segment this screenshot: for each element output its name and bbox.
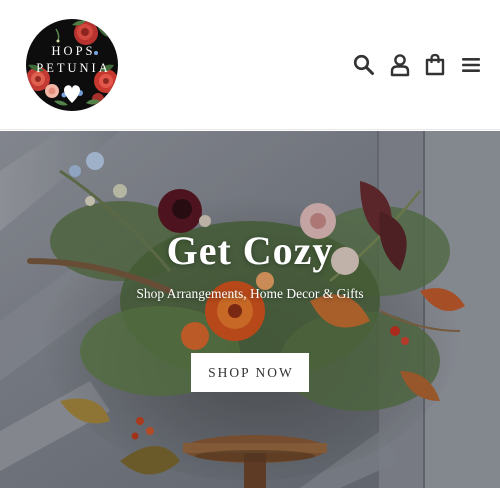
search-button[interactable] xyxy=(351,52,377,78)
cart-icon xyxy=(425,53,445,76)
search-icon xyxy=(353,54,374,75)
store-logo[interactable]: HOPS PETUNIA xyxy=(26,19,118,111)
hero-subtitle: Shop Arrangements, Home Decor & Gifts xyxy=(136,286,364,301)
hero-title: Get Cozy xyxy=(166,228,334,273)
menu-button[interactable] xyxy=(458,52,484,78)
cart-button[interactable] xyxy=(422,52,448,78)
account-button[interactable] xyxy=(387,52,413,78)
page-bottom-strip xyxy=(0,488,500,500)
account-icon xyxy=(390,54,410,77)
site-header: HOPS PETUNIA xyxy=(0,0,500,130)
hero-overlay xyxy=(0,131,500,488)
logo-text-line1: HOPS xyxy=(51,44,96,58)
hero-banner: Get Cozy Shop Arrangements, Home Decor &… xyxy=(0,131,500,488)
logo-text-line2: PETUNIA xyxy=(36,61,111,75)
menu-icon xyxy=(462,58,480,72)
shop-now-button[interactable]: SHOP NOW xyxy=(191,353,309,392)
